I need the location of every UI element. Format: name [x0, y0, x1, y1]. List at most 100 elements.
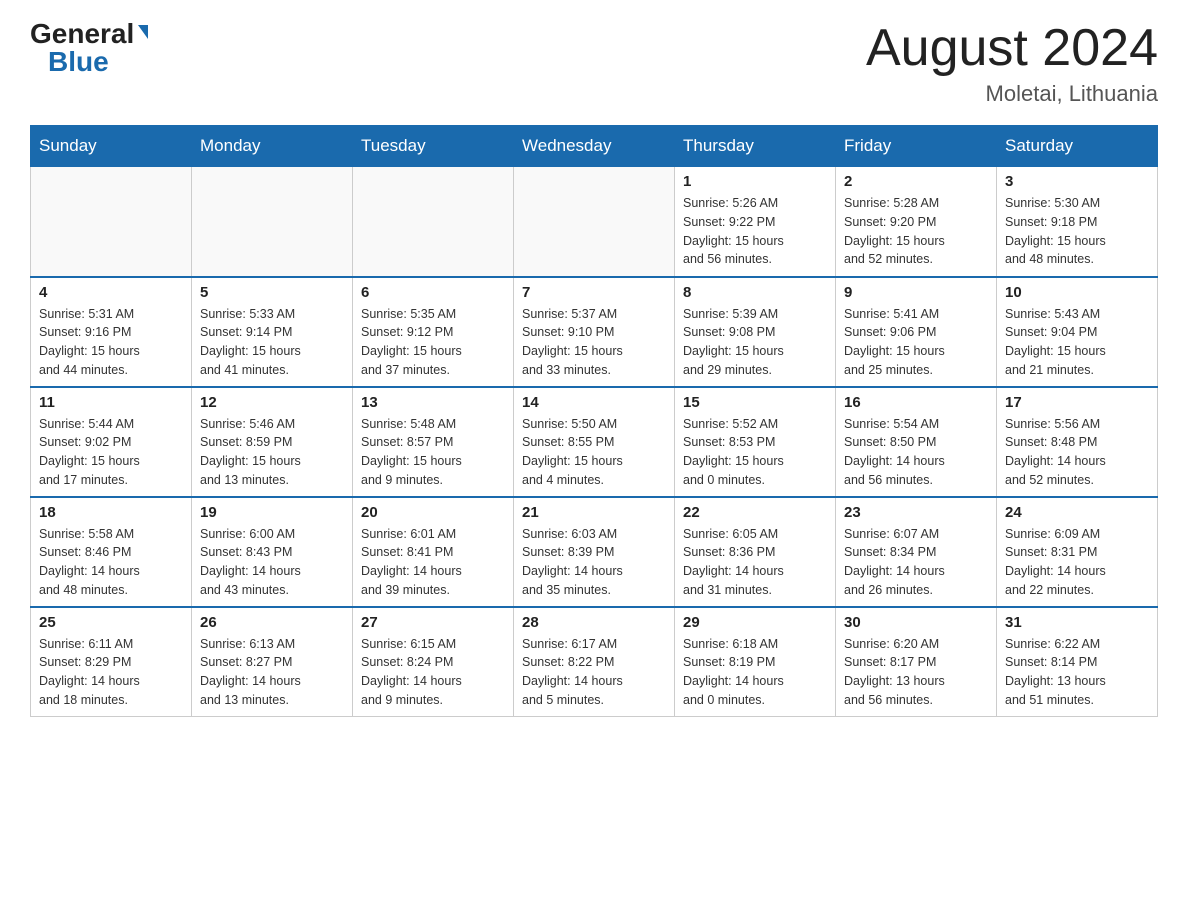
day-info: Sunrise: 6:01 AMSunset: 8:41 PMDaylight:… [361, 525, 505, 600]
day-info: Sunrise: 5:52 AMSunset: 8:53 PMDaylight:… [683, 415, 827, 490]
day-info: Sunrise: 6:00 AMSunset: 8:43 PMDaylight:… [200, 525, 344, 600]
day-number: 30 [844, 614, 988, 631]
calendar-cell: 23 Sunrise: 6:07 AMSunset: 8:34 PMDayligh… [836, 497, 997, 607]
day-number: 14 [522, 394, 666, 411]
day-info: Sunrise: 5:56 AMSunset: 8:48 PMDaylight:… [1005, 415, 1149, 490]
weekday-header-monday: Monday [192, 126, 353, 167]
calendar-location: Moletai, Lithuania [866, 81, 1158, 107]
day-number: 7 [522, 284, 666, 301]
calendar-cell: 3 Sunrise: 5:30 AMSunset: 9:18 PMDaylight… [997, 167, 1158, 277]
day-info: Sunrise: 5:41 AMSunset: 9:06 PMDaylight:… [844, 305, 988, 380]
calendar-cell: 17 Sunrise: 5:56 AMSunset: 8:48 PMDayligh… [997, 387, 1158, 497]
day-number: 6 [361, 284, 505, 301]
calendar-cell: 20 Sunrise: 6:01 AMSunset: 8:41 PMDayligh… [353, 497, 514, 607]
weekday-header-tuesday: Tuesday [353, 126, 514, 167]
day-info: Sunrise: 6:05 AMSunset: 8:36 PMDaylight:… [683, 525, 827, 600]
day-number: 10 [1005, 284, 1149, 301]
day-info: Sunrise: 5:50 AMSunset: 8:55 PMDaylight:… [522, 415, 666, 490]
calendar-cell: 30 Sunrise: 6:20 AMSunset: 8:17 PMDayligh… [836, 607, 997, 717]
day-info: Sunrise: 5:28 AMSunset: 9:20 PMDaylight:… [844, 194, 988, 269]
day-info: Sunrise: 5:58 AMSunset: 8:46 PMDaylight:… [39, 525, 183, 600]
calendar-cell: 1 Sunrise: 5:26 AMSunset: 9:22 PMDaylight… [675, 167, 836, 277]
day-info: Sunrise: 6:13 AMSunset: 8:27 PMDaylight:… [200, 635, 344, 710]
calendar-cell: 29Sunrise: 6:18 AMSunset: 8:19 PMDayligh… [675, 607, 836, 717]
title-block: August 2024 Moletai, Lithuania [866, 20, 1158, 107]
weekday-header-thursday: Thursday [675, 126, 836, 167]
weekday-header-wednesday: Wednesday [514, 126, 675, 167]
day-number: 27 [361, 614, 505, 631]
calendar-cell: 24 Sunrise: 6:09 AMSunset: 8:31 PMDayligh… [997, 497, 1158, 607]
calendar-week-row: 4 Sunrise: 5:31 AMSunset: 9:16 PMDaylight… [31, 277, 1158, 387]
day-info: Sunrise: 6:11 AMSunset: 8:29 PMDaylight:… [39, 635, 183, 710]
day-info: Sunrise: 5:26 AMSunset: 9:22 PMDaylight:… [683, 194, 827, 269]
day-number: 31 [1005, 614, 1149, 631]
calendar-cell [353, 167, 514, 277]
weekday-header-row: SundayMondayTuesdayWednesdayThursdayFrid… [31, 126, 1158, 167]
day-info: Sunrise: 6:17 AMSunset: 8:22 PMDaylight:… [522, 635, 666, 710]
calendar-cell [31, 167, 192, 277]
day-number: 2 [844, 173, 988, 190]
day-number: 24 [1005, 504, 1149, 521]
day-number: 17 [1005, 394, 1149, 411]
day-info: Sunrise: 6:03 AMSunset: 8:39 PMDaylight:… [522, 525, 666, 600]
calendar-cell: 5 Sunrise: 5:33 AMSunset: 9:14 PMDaylight… [192, 277, 353, 387]
calendar-title: August 2024 [866, 20, 1158, 77]
logo-triangle-icon [138, 25, 148, 39]
weekday-header-saturday: Saturday [997, 126, 1158, 167]
calendar-cell: 14 Sunrise: 5:50 AMSunset: 8:55 PMDayligh… [514, 387, 675, 497]
page-header: General Blue August 2024 Moletai, Lithua… [30, 20, 1158, 107]
day-number: 3 [1005, 173, 1149, 190]
calendar-cell: 27 Sunrise: 6:15 AMSunset: 8:24 PMDayligh… [353, 607, 514, 717]
day-number: 29 [683, 614, 827, 631]
day-number: 4 [39, 284, 183, 301]
day-number: 20 [361, 504, 505, 521]
calendar-cell: 10 Sunrise: 5:43 AMSunset: 9:04 PMDayligh… [997, 277, 1158, 387]
calendar-week-row: 1 Sunrise: 5:26 AMSunset: 9:22 PMDaylight… [31, 167, 1158, 277]
calendar-cell: 26 Sunrise: 6:13 AMSunset: 8:27 PMDayligh… [192, 607, 353, 717]
calendar-cell: 25 Sunrise: 6:11 AMSunset: 8:29 PMDayligh… [31, 607, 192, 717]
day-number: 19 [200, 504, 344, 521]
day-number: 21 [522, 504, 666, 521]
day-number: 12 [200, 394, 344, 411]
day-info: Sunrise: 5:43 AMSunset: 9:04 PMDaylight:… [1005, 305, 1149, 380]
day-info: Sunrise: 6:20 AMSunset: 8:17 PMDaylight:… [844, 635, 988, 710]
day-number: 23 [844, 504, 988, 521]
calendar-cell: 28Sunrise: 6:17 AMSunset: 8:22 PMDayligh… [514, 607, 675, 717]
day-info: Sunrise: 6:09 AMSunset: 8:31 PMDaylight:… [1005, 525, 1149, 600]
day-info: Sunrise: 5:31 AMSunset: 9:16 PMDaylight:… [39, 305, 183, 380]
logo-blue-text: Blue [48, 48, 109, 76]
calendar-cell [192, 167, 353, 277]
day-info: Sunrise: 5:35 AMSunset: 9:12 PMDaylight:… [361, 305, 505, 380]
calendar-table: SundayMondayTuesdayWednesdayThursdayFrid… [30, 125, 1158, 717]
calendar-week-row: 11Sunrise: 5:44 AMSunset: 9:02 PMDayligh… [31, 387, 1158, 497]
day-number: 8 [683, 284, 827, 301]
day-number: 16 [844, 394, 988, 411]
day-info: Sunrise: 5:39 AMSunset: 9:08 PMDaylight:… [683, 305, 827, 380]
day-number: 13 [361, 394, 505, 411]
day-number: 26 [200, 614, 344, 631]
day-info: Sunrise: 5:54 AMSunset: 8:50 PMDaylight:… [844, 415, 988, 490]
day-info: Sunrise: 5:48 AMSunset: 8:57 PMDaylight:… [361, 415, 505, 490]
day-info: Sunrise: 5:44 AMSunset: 9:02 PMDaylight:… [39, 415, 183, 490]
day-info: Sunrise: 5:33 AMSunset: 9:14 PMDaylight:… [200, 305, 344, 380]
calendar-cell: 21 Sunrise: 6:03 AMSunset: 8:39 PMDayligh… [514, 497, 675, 607]
calendar-cell: 8 Sunrise: 5:39 AMSunset: 9:08 PMDaylight… [675, 277, 836, 387]
day-number: 15 [683, 394, 827, 411]
weekday-header-sunday: Sunday [31, 126, 192, 167]
calendar-cell: 15 Sunrise: 5:52 AMSunset: 8:53 PMDayligh… [675, 387, 836, 497]
calendar-cell: 16 Sunrise: 5:54 AMSunset: 8:50 PMDayligh… [836, 387, 997, 497]
calendar-week-row: 18Sunrise: 5:58 AMSunset: 8:46 PMDayligh… [31, 497, 1158, 607]
day-info: Sunrise: 6:07 AMSunset: 8:34 PMDaylight:… [844, 525, 988, 600]
calendar-cell: 6 Sunrise: 5:35 AMSunset: 9:12 PMDaylight… [353, 277, 514, 387]
day-info: Sunrise: 6:15 AMSunset: 8:24 PMDaylight:… [361, 635, 505, 710]
day-number: 1 [683, 173, 827, 190]
calendar-cell: 7 Sunrise: 5:37 AMSunset: 9:10 PMDaylight… [514, 277, 675, 387]
day-info: Sunrise: 5:37 AMSunset: 9:10 PMDaylight:… [522, 305, 666, 380]
calendar-cell: 4 Sunrise: 5:31 AMSunset: 9:16 PMDaylight… [31, 277, 192, 387]
calendar-cell: 13 Sunrise: 5:48 AMSunset: 8:57 PMDayligh… [353, 387, 514, 497]
day-number: 25 [39, 614, 183, 631]
day-info: Sunrise: 5:30 AMSunset: 9:18 PMDaylight:… [1005, 194, 1149, 269]
weekday-header-friday: Friday [836, 126, 997, 167]
day-number: 22 [683, 504, 827, 521]
day-number: 5 [200, 284, 344, 301]
